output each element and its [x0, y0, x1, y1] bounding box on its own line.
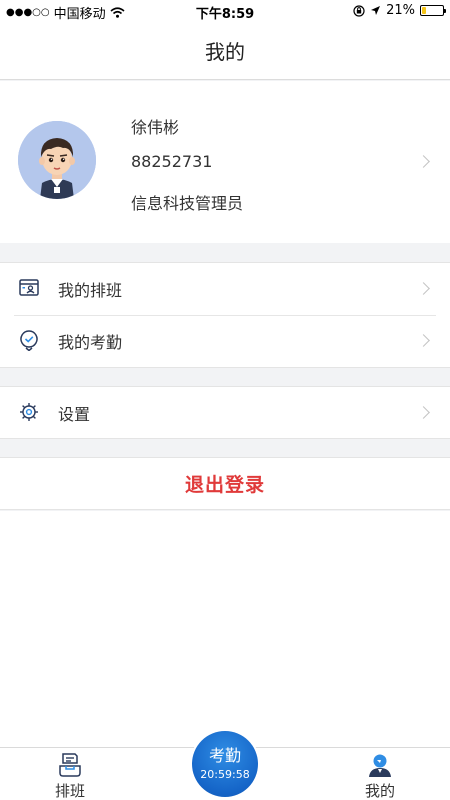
location-arrow-icon	[371, 6, 381, 15]
profile-role: 信息科技管理员	[131, 194, 244, 213]
tab-mine[interactable]: 我的	[340, 748, 420, 800]
menu-label-my-schedule: 我的排班	[58, 281, 123, 300]
chevron-right-icon	[417, 155, 430, 168]
profile-employee-id: 88252731	[131, 152, 213, 171]
user-tab-icon	[369, 754, 391, 777]
profile-name: 徐伟彬	[131, 118, 180, 137]
chevron-right-icon	[417, 282, 430, 295]
navigation-bar: 我的	[0, 22, 450, 80]
menu-item-my-attendance[interactable]: 我的考勤	[0, 315, 450, 367]
logout-button[interactable]: 退出登录	[0, 457, 450, 510]
lock-rotation-icon	[353, 4, 365, 17]
menu-item-my-schedule[interactable]: 我的排班	[0, 263, 450, 315]
tab-label-mine: 我的	[364, 782, 395, 800]
clock-pin-icon	[20, 330, 38, 351]
calendar-person-icon	[19, 279, 39, 296]
menu-group-settings: 设置	[0, 386, 450, 439]
battery-percent: 21%	[386, 3, 415, 18]
cartoon-avatar-icon	[18, 121, 96, 199]
profile-card[interactable]: 徐伟彬 88252731 信息科技管理员	[0, 81, 450, 243]
tab-label-schedule: 排班	[54, 782, 85, 800]
status-right: 21%	[353, 3, 446, 18]
gear-icon	[20, 403, 38, 421]
menu-label-settings: 设置	[58, 405, 91, 424]
schedule-tab-icon	[59, 753, 81, 777]
clock-in-time: 20:59:58	[200, 768, 250, 781]
battery-icon	[420, 5, 446, 16]
chevron-right-icon	[417, 334, 430, 347]
battery-fill	[422, 7, 427, 14]
avatar	[18, 121, 96, 199]
clock-in-button[interactable]: 考勤 20:59:58	[192, 731, 258, 797]
page-title: 我的	[205, 40, 245, 64]
tab-schedule[interactable]: 排班	[30, 748, 110, 800]
content-empty-area	[0, 511, 450, 747]
menu-item-settings[interactable]: 设置	[0, 387, 450, 439]
menu-label-my-attendance: 我的考勤	[58, 333, 123, 352]
clock-in-label: 考勤	[208, 746, 241, 765]
logout-label: 退出登录	[184, 474, 265, 496]
chevron-right-icon	[417, 406, 430, 419]
status-bar: ●●●○○ 中国移动 下午8:59 21%	[0, 0, 450, 22]
menu-group-records: 我的排班 我的考勤	[0, 262, 450, 368]
